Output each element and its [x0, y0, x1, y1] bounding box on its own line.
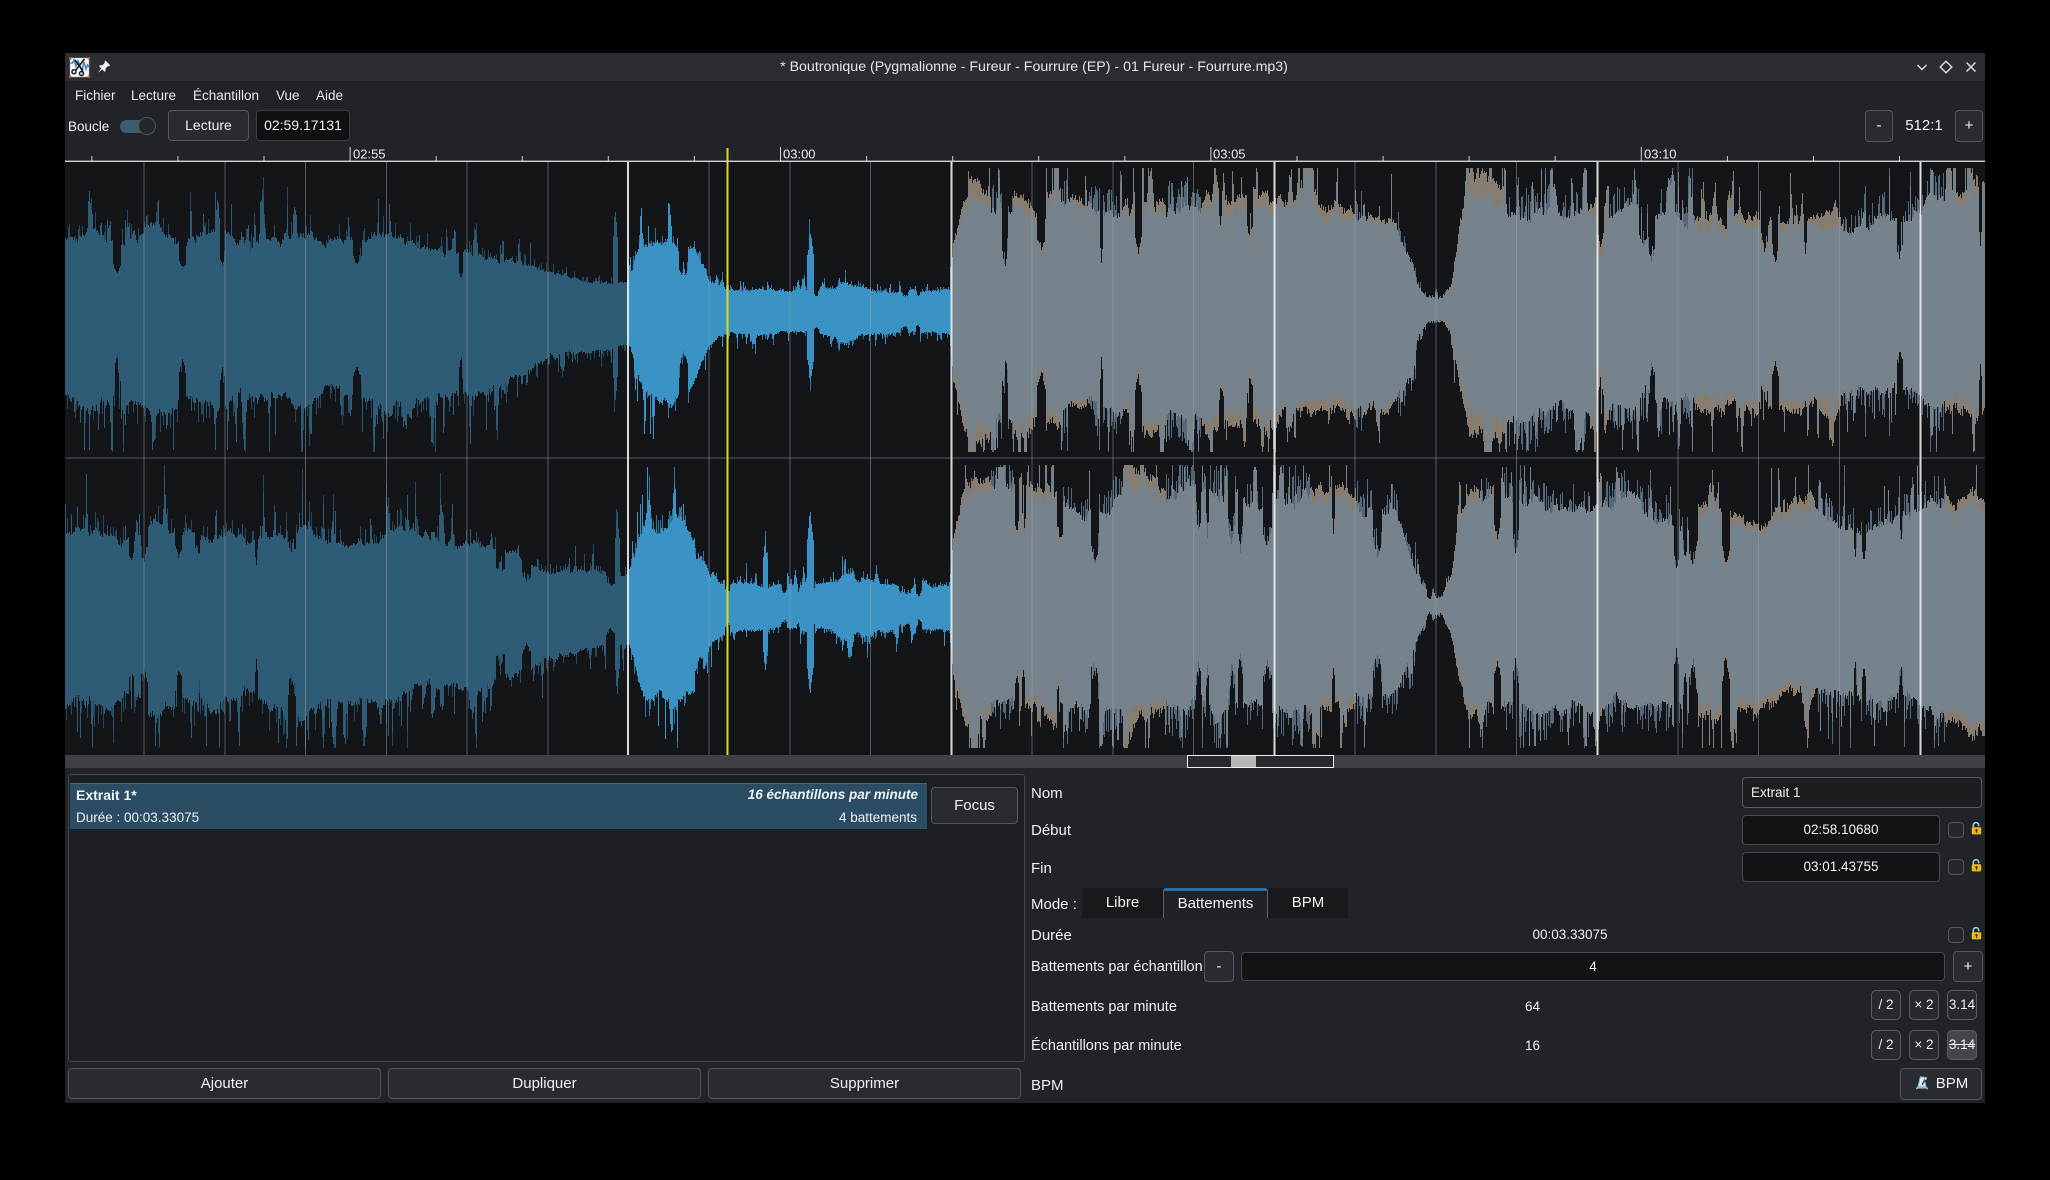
svg-text:03:00: 03:00 [783, 147, 816, 162]
svg-text:03:05: 03:05 [1213, 147, 1246, 162]
svg-text:03:10: 03:10 [1644, 147, 1677, 162]
svg-text:02:55: 02:55 [353, 147, 386, 162]
